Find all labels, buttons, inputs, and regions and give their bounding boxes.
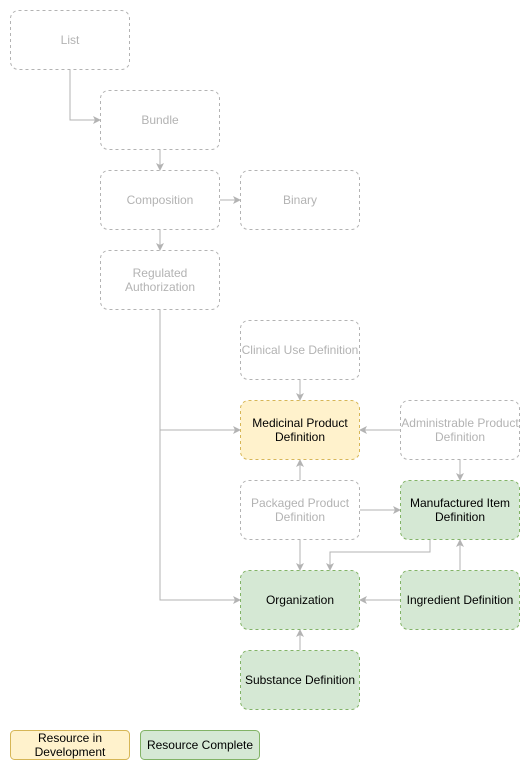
- node-label: Substance Definition: [245, 673, 355, 687]
- node-label: Binary: [283, 193, 317, 207]
- nodes-layer: List Bundle Composition Binary RegulatedAuth…: [10, 10, 520, 710]
- node-label: Clinical Use Definition: [242, 343, 359, 357]
- node-organization[interactable]: Organization: [240, 570, 360, 630]
- node-label: Definition: [435, 430, 485, 444]
- node-label: Manufactured Item: [410, 496, 510, 510]
- edge-regulated-authorization-to-organization: [159, 430, 241, 604]
- node-label: Ingredient Definition: [407, 593, 514, 607]
- node-label: Definition: [275, 430, 325, 444]
- node-bundle[interactable]: Bundle: [100, 90, 220, 150]
- node-label: Resource in: [38, 731, 102, 745]
- resource-diagram: List Bundle Composition Binary RegulatedAuth…: [10, 10, 520, 760]
- legend-item-complete: Resource Complete: [140, 730, 260, 760]
- node-label: List: [61, 33, 80, 47]
- node-binary[interactable]: Binary: [240, 170, 360, 230]
- node-composition[interactable]: Composition: [100, 170, 220, 230]
- node-label: Medicinal Product: [252, 416, 348, 430]
- node-label: Development: [35, 745, 106, 759]
- node-label: Resource Complete: [147, 738, 253, 752]
- node-clinical-use-definition[interactable]: Clinical Use Definition: [240, 320, 360, 380]
- node-label: Definition: [275, 510, 325, 524]
- node-label: Composition: [127, 193, 194, 207]
- node-label: Bundle: [141, 113, 179, 127]
- node-list[interactable]: List: [10, 10, 130, 70]
- node-label: Authorization: [125, 280, 195, 294]
- legend: Resource inDevelopment Resource Complete: [10, 730, 260, 760]
- node-packaged-product-definition[interactable]: Packaged ProductDefinition: [240, 480, 360, 540]
- legend-item-development: Resource inDevelopment: [10, 730, 130, 760]
- node-regulated-authorization[interactable]: RegulatedAuthorization: [100, 250, 220, 310]
- edge-manufactured-item-definition-to-organization: [326, 540, 431, 571]
- node-label: Organization: [266, 593, 334, 607]
- node-label: Packaged Product: [251, 496, 350, 510]
- node-manufactured-item-definition[interactable]: Manufactured ItemDefinition: [400, 480, 520, 540]
- node-label: Regulated: [133, 266, 188, 280]
- node-ingredient-definition[interactable]: Ingredient Definition: [400, 570, 520, 630]
- node-label: Administrable Product: [401, 416, 519, 430]
- node-label: Definition: [435, 510, 485, 524]
- node-medicinal-product-definition[interactable]: Medicinal ProductDefinition: [240, 400, 360, 460]
- node-administrable-product-definition[interactable]: Administrable ProductDefinition: [400, 400, 520, 460]
- node-substance-definition[interactable]: Substance Definition: [240, 650, 360, 710]
- edge-list-to-bundle: [69, 70, 101, 124]
- edge-regulated-authorization-to-medicinal-product-definition: [159, 310, 241, 434]
